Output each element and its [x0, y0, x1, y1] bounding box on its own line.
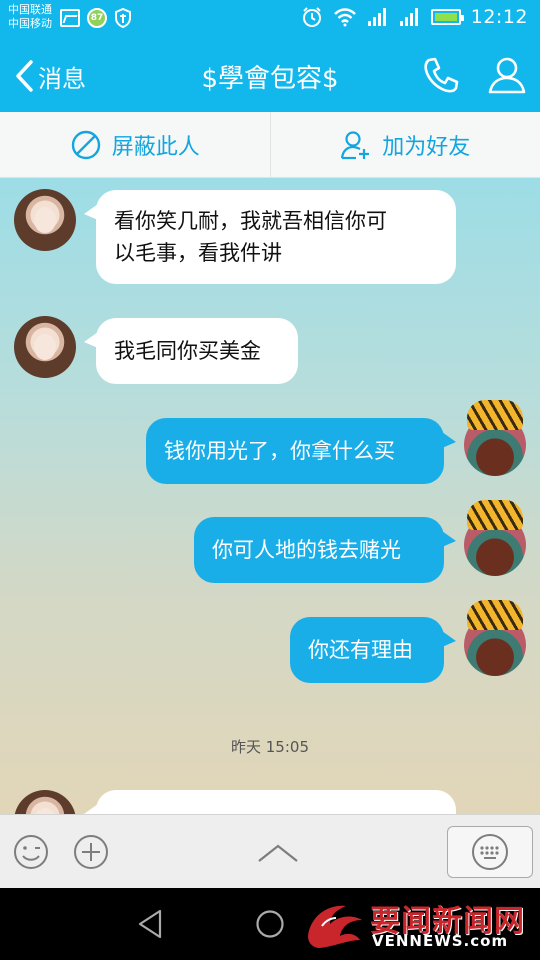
message-text: 看你笑几耐，我就吾相信你可	[114, 209, 387, 233]
profile-icon[interactable]	[486, 54, 528, 96]
block-icon	[71, 130, 100, 159]
message-bubble[interactable]: 我毛同你买美金	[84, 318, 298, 384]
nav-back-icon[interactable]	[136, 908, 166, 940]
wifi-icon	[333, 8, 356, 27]
chat-header: 消息 $學會包容$	[0, 38, 540, 112]
contact-avatar[interactable]	[14, 189, 76, 251]
watermark: 要闻新闻网 VENNEWS.com	[300, 892, 536, 956]
avatar-hat	[467, 400, 523, 430]
battery-icon	[430, 9, 464, 25]
message-bubble[interactable]: 钱你用光了，你拿什么买	[146, 418, 456, 484]
contact-avatar[interactable]	[14, 790, 76, 814]
nav-home-icon[interactable]	[255, 909, 285, 939]
add-friend-icon	[341, 130, 370, 159]
status-bar: 中国联通 中国移动 87 12:12	[0, 0, 540, 38]
badge-icon: 87	[87, 8, 107, 28]
alarm-icon	[302, 7, 321, 27]
keyboard-icon	[472, 834, 508, 870]
message-bubble[interactable]: 看你笑几耐，我就吾相信你可 以毛事，看我件讲	[84, 190, 456, 284]
stranger-action-bar: 屏蔽此人 加为好友	[0, 112, 540, 178]
block-button[interactable]: 屏蔽此人	[0, 112, 270, 177]
gallery-icon	[60, 9, 80, 27]
signal-icon	[399, 8, 418, 26]
clock: 12:12	[470, 6, 528, 28]
message-bubble[interactable]: 你还有理由	[290, 617, 456, 683]
message-text: 钱你用光了，你拿什么买	[164, 439, 395, 463]
back-chevron-icon	[16, 60, 33, 92]
dragon-logo-icon	[308, 905, 362, 948]
input-toolbar	[0, 814, 540, 888]
message-timestamp: 昨天 15:05	[231, 738, 309, 756]
message-text: 你可人地的钱去赌光	[212, 538, 401, 562]
message-text: 你还有理由	[308, 638, 413, 662]
add-friend-label: 加为好友	[382, 134, 471, 160]
contact-avatar[interactable]	[14, 316, 76, 378]
signal-icon	[367, 8, 386, 26]
message-text: 我毛同你买美金	[114, 339, 261, 363]
system-nav-bar: 要闻新闻网 VENNEWS.com	[0, 888, 540, 960]
chevron-up-icon[interactable]	[256, 841, 300, 865]
carrier-name-1: 中国联通	[8, 3, 52, 16]
block-label: 屏蔽此人	[111, 134, 200, 160]
plus-icon[interactable]	[73, 834, 109, 870]
chat-history[interactable]: 看你笑几耐，我就吾相信你可 以毛事，看我件讲 我毛同你买美金 钱你用光了，你拿什…	[0, 178, 540, 814]
add-friend-button[interactable]: 加为好友	[269, 112, 540, 177]
message-bubble[interactable]: 你可人地的钱去赌光	[194, 517, 456, 583]
shield-icon	[115, 8, 131, 28]
avatar-hat	[467, 500, 523, 530]
message-bubble[interactable]	[84, 790, 456, 814]
keyboard-toggle-button[interactable]	[447, 826, 533, 878]
message-text: 以毛事，看我件讲	[114, 241, 282, 265]
carrier-info: 中国联通 中国移动	[8, 3, 52, 31]
back-label: 消息	[38, 64, 86, 93]
avatar-hat	[467, 600, 523, 630]
emoji-icon[interactable]	[13, 834, 49, 870]
watermark-domain: VENNEWS.com	[372, 932, 509, 950]
back-button[interactable]: 消息	[14, 56, 86, 96]
phone-icon[interactable]	[420, 54, 462, 96]
carrier-name-2: 中国移动	[8, 17, 52, 30]
